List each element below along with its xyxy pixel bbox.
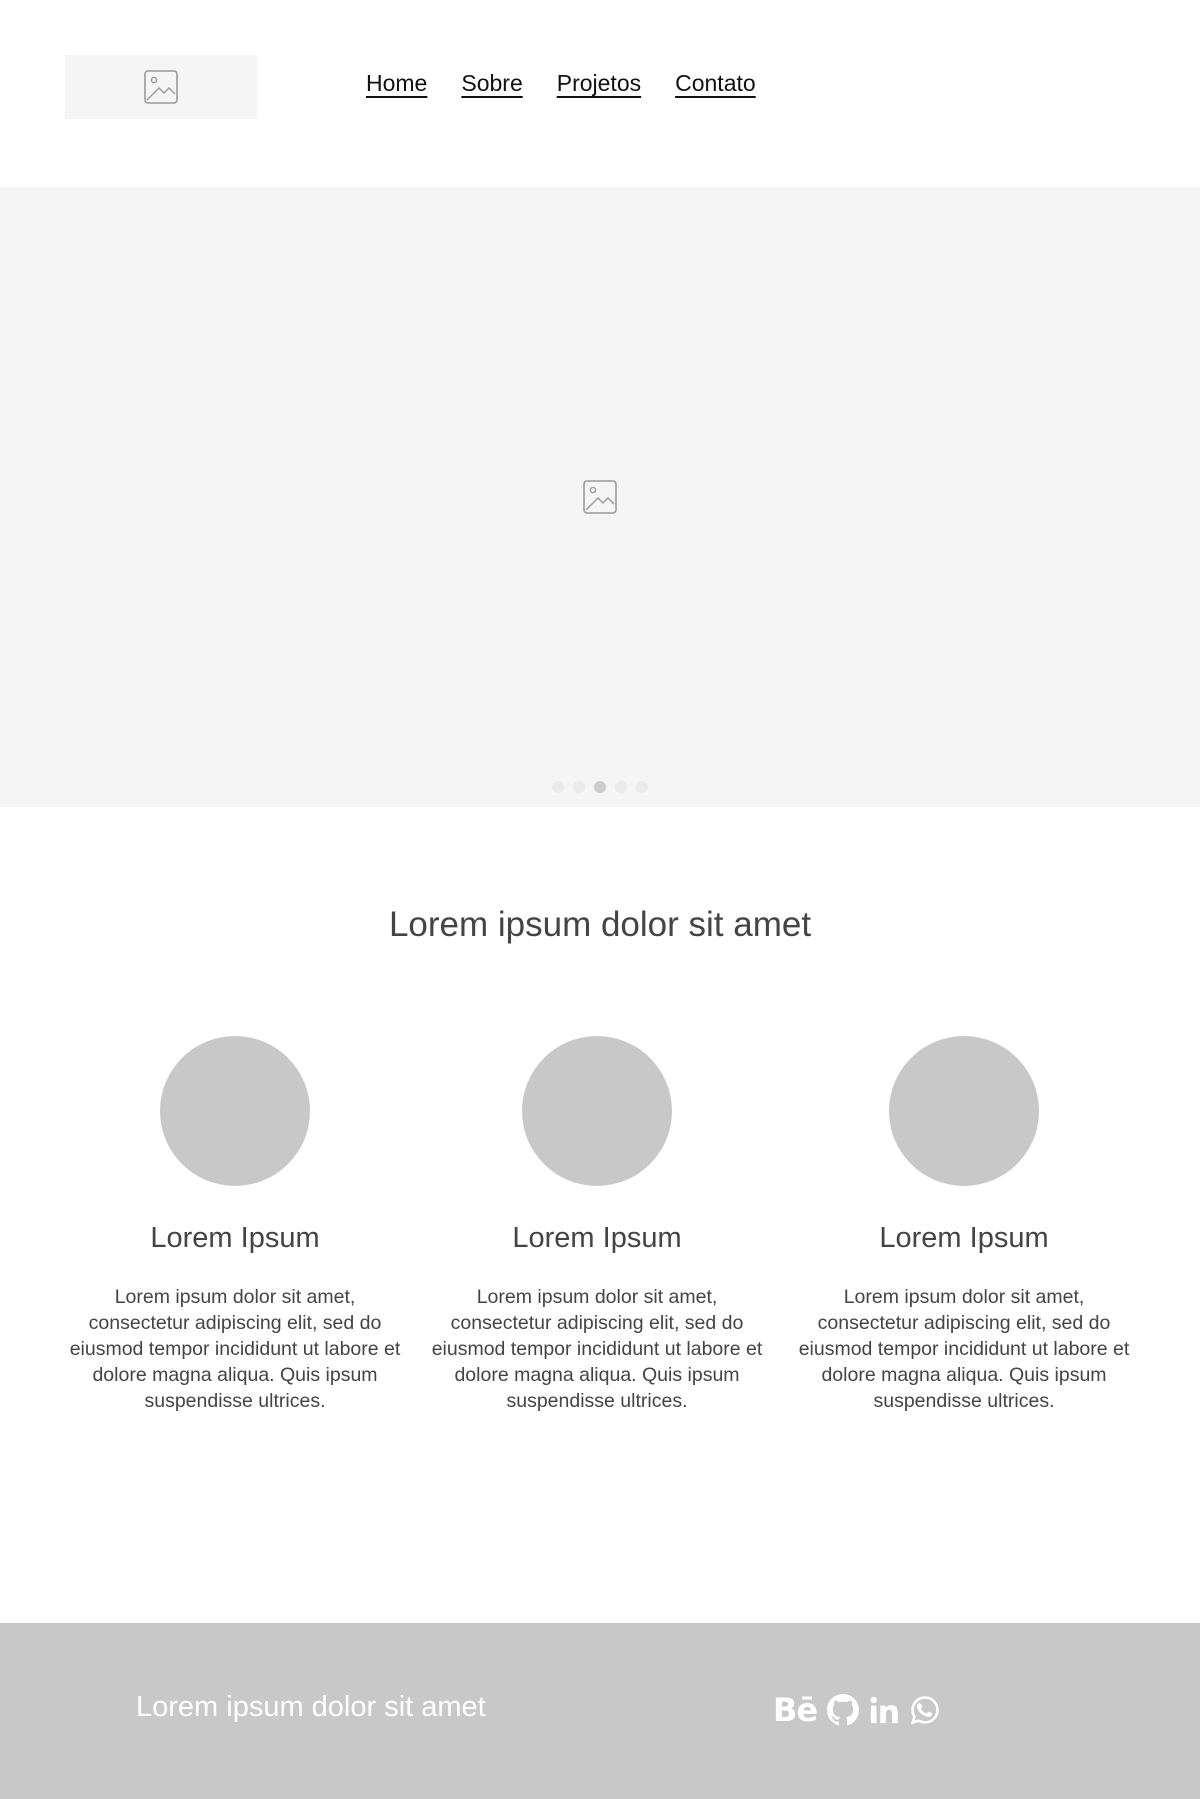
feature-text: Lorem ipsum dolor sit amet, consectetur …: [69, 1286, 401, 1412]
slider-dot-4[interactable]: [615, 781, 627, 793]
feature-card: Lorem Ipsum Lorem ipsum dolor sit amet, …: [65, 1036, 405, 1414]
feature-text: Lorem ipsum dolor sit amet, consectetur …: [431, 1286, 763, 1412]
site-footer: Lorem ipsum dolor sit amet Bē: [0, 1623, 1200, 1799]
hero-slider: [0, 187, 1200, 807]
feature-title: Lorem Ipsum: [512, 1222, 682, 1254]
github-icon[interactable]: [827, 1693, 860, 1727]
feature-image: [160, 1036, 310, 1186]
feature-image: [522, 1036, 672, 1186]
site-header: Home Sobre Projetos Contato: [0, 0, 1200, 187]
linkedin-icon[interactable]: [869, 1693, 899, 1727]
nav-link-contato[interactable]: Contato: [675, 70, 756, 97]
feature-card: Lorem Ipsum Lorem ipsum dolor sit amet, …: [794, 1036, 1134, 1414]
logo[interactable]: [65, 55, 257, 119]
main-nav: Home Sobre Projetos Contato: [366, 70, 790, 97]
feature-card: Lorem Ipsum Lorem ipsum dolor sit amet, …: [427, 1036, 767, 1414]
nav-link-home[interactable]: Home: [366, 70, 427, 97]
slider-pagination: [0, 781, 1200, 793]
feature-text: Lorem ipsum dolor sit amet, consectetur …: [798, 1286, 1130, 1412]
image-placeholder-icon: [583, 480, 617, 514]
slider-dot-3[interactable]: [594, 781, 606, 793]
nav-link-projetos[interactable]: Projetos: [557, 70, 641, 97]
slider-dot-2[interactable]: [573, 781, 585, 793]
section-title: Lorem ipsum dolor sit amet: [388, 905, 812, 944]
image-placeholder-icon: [144, 70, 178, 104]
feature-image: [889, 1036, 1039, 1186]
slider-dot-5[interactable]: [636, 781, 648, 793]
whatsapp-icon[interactable]: [909, 1693, 941, 1727]
social-links: Bē: [773, 1693, 941, 1727]
behance-icon[interactable]: Bē: [773, 1693, 818, 1727]
slider-dot-1[interactable]: [552, 781, 564, 793]
feature-title: Lorem Ipsum: [150, 1222, 320, 1254]
footer-text: Lorem ipsum dolor sit amet: [136, 1691, 486, 1723]
nav-link-sobre[interactable]: Sobre: [461, 70, 522, 97]
feature-title: Lorem Ipsum: [879, 1222, 1049, 1254]
